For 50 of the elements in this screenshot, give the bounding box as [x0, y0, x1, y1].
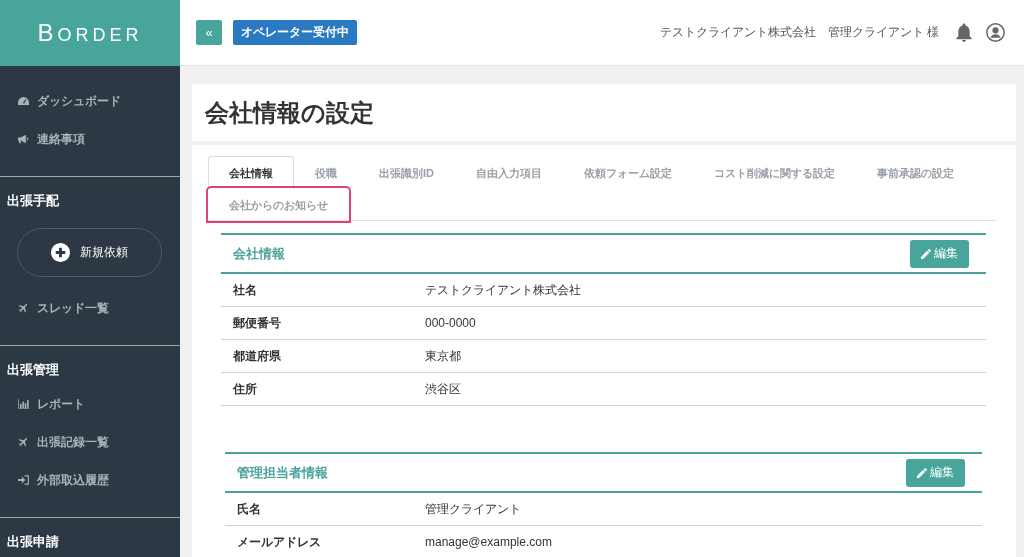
- tab[interactable]: コスト削減に関する設定: [693, 156, 856, 189]
- page-title: 会社情報の設定: [205, 97, 374, 128]
- field-value: 渋谷区: [425, 380, 461, 398]
- panel-title: 管理担当者情報: [237, 463, 328, 482]
- edit-button[interactable]: 編集: [906, 458, 965, 487]
- field-value: 000-0000: [425, 316, 476, 330]
- field-label: メールアドレス: [236, 533, 322, 551]
- user-name: 管理クライアント 様: [827, 25, 939, 40]
- pencil-icon: [917, 467, 927, 478]
- section-heading: 出張管理: [6, 361, 60, 379]
- edit-button[interactable]: 編集: [910, 239, 969, 268]
- section-heading: 出張手配: [6, 192, 60, 210]
- status-button[interactable]: オペレーター受付中: [233, 20, 357, 45]
- field-label: 社名: [232, 281, 258, 299]
- nav-item[interactable]: レポート: [0, 385, 180, 423]
- tab[interactable]: 自由入力項目: [455, 156, 563, 189]
- tab[interactable]: 事前承認の設定: [856, 156, 975, 189]
- tab[interactable]: 会社からのお知らせ: [208, 188, 349, 221]
- field-label: 住所: [231, 380, 258, 398]
- nav-item[interactable]: スレッド一覧: [0, 289, 180, 327]
- company-name: テストクライアント株式会社: [659, 25, 816, 40]
- field-value: 管理クライアント: [425, 500, 521, 518]
- nav-item[interactable]: 外部取込履歴: [0, 461, 180, 499]
- field-label: 郵便番号: [232, 314, 282, 332]
- field-label: 都道府県: [232, 347, 282, 365]
- tab[interactable]: 依頼フォーム設定: [563, 156, 693, 189]
- sign-in-icon: [18, 475, 29, 485]
- bell-icon[interactable]: [956, 23, 972, 42]
- tab[interactable]: 会社情報: [208, 156, 294, 189]
- pencil-icon: [921, 248, 931, 259]
- airplane-icon: [18, 303, 29, 313]
- section-heading: 出張申請: [6, 533, 60, 551]
- bar-chart-icon: [18, 399, 29, 409]
- user-avatar-icon[interactable]: [986, 23, 1005, 42]
- plus-circle-icon: [51, 243, 70, 262]
- megaphone-icon: [18, 134, 29, 144]
- field-label: 氏名: [236, 500, 262, 518]
- field-value: manage@example.com: [425, 535, 552, 549]
- field-value: テストクライアント株式会社: [425, 281, 581, 299]
- dashboard-gauge-icon: [18, 96, 29, 106]
- airplane-icon: [18, 437, 29, 447]
- nav-item[interactable]: 連絡事項: [0, 120, 180, 158]
- tab[interactable]: 出張識別ID: [358, 156, 455, 189]
- field-value: 東京都: [425, 347, 461, 365]
- nav-item[interactable]: 出張記録一覧: [0, 423, 180, 461]
- nav-item[interactable]: ダッシュボード: [0, 82, 180, 120]
- collapse-button[interactable]: «: [196, 20, 222, 45]
- logo: BORDER: [0, 0, 180, 66]
- panel-title: 会社情報: [233, 244, 285, 263]
- tab[interactable]: 役職: [294, 156, 358, 189]
